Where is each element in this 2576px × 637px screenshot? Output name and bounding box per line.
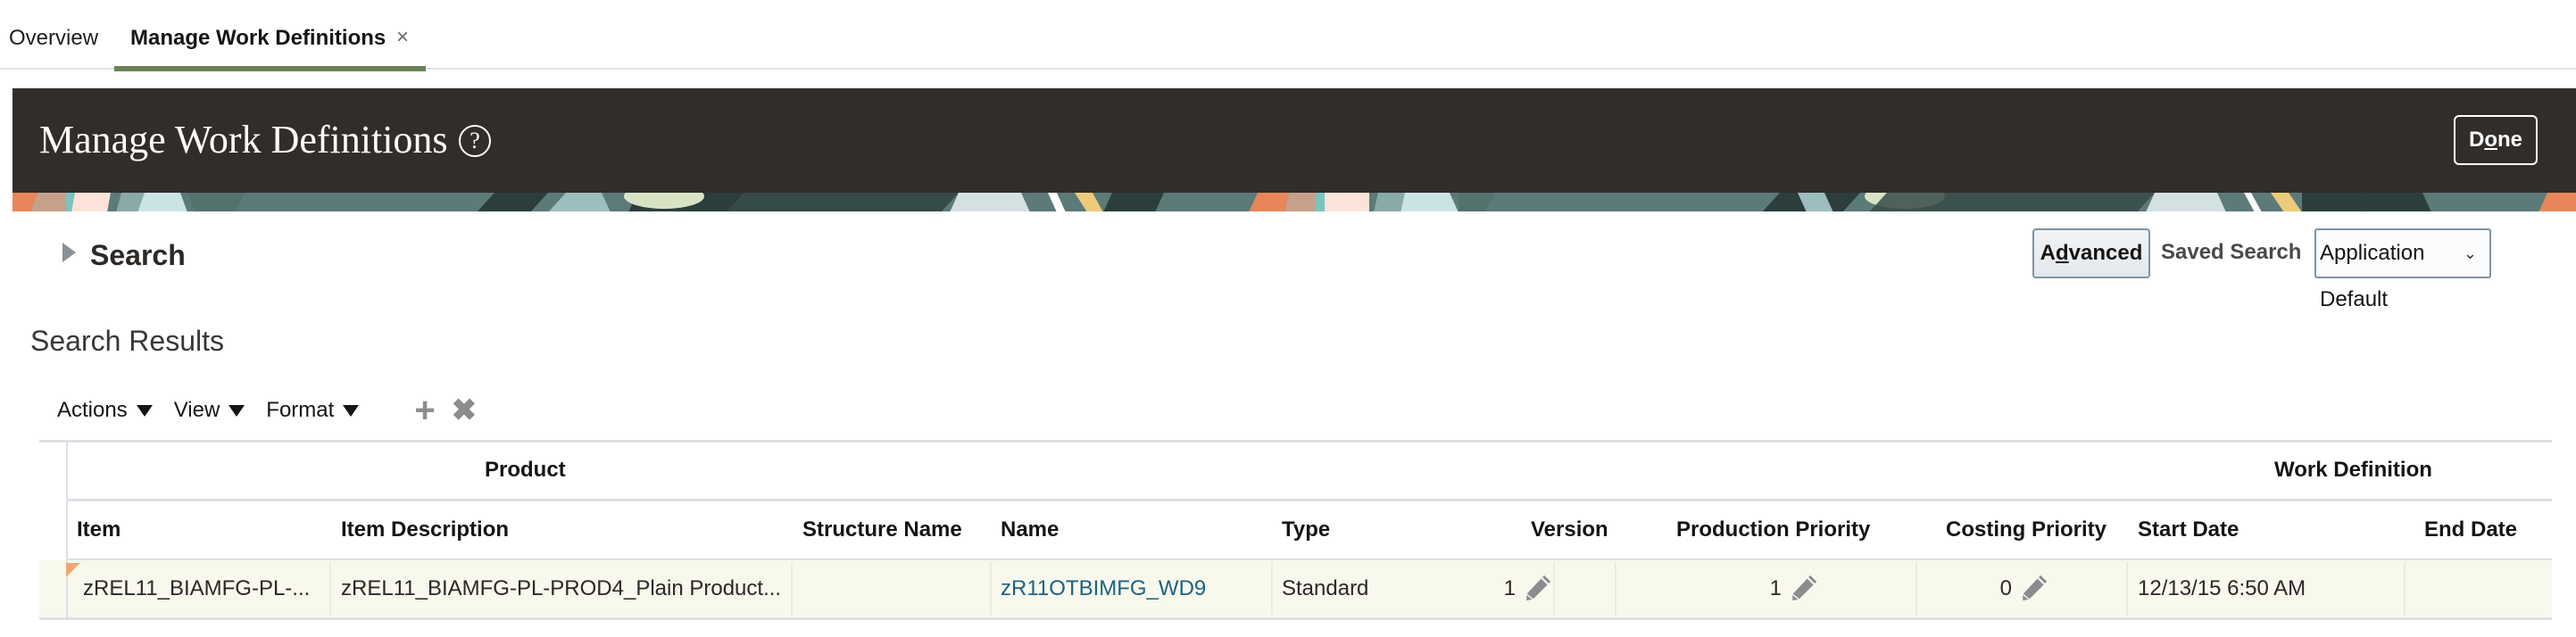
column-header-production-priority[interactable]: Production Priority — [1676, 515, 1870, 545]
page-title: Manage Work Definitions — [39, 118, 448, 161]
advanced-button[interactable]: Advanced — [2032, 228, 2150, 278]
column-header-type[interactable]: Type — [1282, 515, 1330, 545]
cell-divider — [1271, 562, 1273, 616]
tab-manage-work-definitions[interactable]: Manage Work Definitions × — [114, 22, 426, 71]
caret-down-icon — [343, 404, 360, 417]
menu-label: Format — [266, 398, 335, 422]
page-header: Manage Work Definitions ? Done — [12, 88, 2576, 211]
help-icon[interactable]: ? — [459, 125, 491, 157]
column-header-end-date[interactable]: End Date — [2424, 515, 2517, 545]
column-group-product: Product — [485, 458, 566, 482]
done-label-part: D — [2468, 128, 2485, 152]
search-disclosure[interactable]: Search — [62, 234, 186, 277]
table-border — [66, 499, 2552, 501]
cell-divider — [990, 562, 992, 616]
cell-divider — [1553, 562, 1555, 616]
tab-bar: Overview Manage Work Definitions × — [0, 0, 2576, 71]
column-group-work-definition: Work Definition — [2274, 458, 2432, 482]
caret-down-icon — [229, 404, 245, 417]
active-tab-indicator — [114, 66, 426, 71]
column-header-version[interactable]: Version — [1531, 515, 1608, 545]
saved-search-label: Saved Search — [2161, 240, 2302, 264]
close-icon[interactable]: × — [396, 22, 409, 53]
cell-item-description: zREL11_BIAMFG-PL-PROD4_Plain Product... — [341, 576, 782, 600]
cell-divider — [2126, 562, 2128, 616]
cell-divider — [329, 562, 331, 616]
cell-start-date: 12/13/15 6:50 AM — [2138, 576, 2306, 600]
done-label-part: ne — [2497, 128, 2523, 152]
cell-divider — [2404, 562, 2406, 616]
edit-pencil-icon[interactable] — [1789, 573, 1819, 603]
cell-divider — [791, 562, 793, 616]
cell-name-link[interactable]: zR11OTBIMFG_WD9 — [1001, 574, 1206, 604]
column-header-name[interactable]: Name — [1001, 515, 1059, 545]
table-border — [39, 440, 2552, 443]
chevron-down-icon: ⌄ — [2463, 244, 2477, 262]
format-menu[interactable]: Format — [266, 398, 360, 423]
menu-label: Actions — [57, 398, 128, 422]
done-mnemonic: o — [2484, 128, 2497, 152]
edit-pencil-icon[interactable] — [1523, 573, 1553, 603]
expand-triangle-icon — [62, 243, 76, 262]
actions-menu[interactable]: Actions — [57, 398, 153, 423]
cell-item: zREL11_BIAMFG-PL-... — [83, 576, 311, 600]
view-menu[interactable]: View — [174, 398, 245, 423]
cell-version: 1 — [1503, 576, 1516, 600]
column-header-start-date[interactable]: Start Date — [2138, 515, 2239, 545]
search-section-title: Search — [90, 238, 186, 271]
table-border — [39, 617, 2552, 620]
menu-label: View — [173, 398, 220, 422]
column-header-item[interactable]: Item — [77, 515, 120, 545]
done-button[interactable]: Done — [2454, 115, 2538, 165]
advanced-label-part: vanced — [2068, 241, 2143, 265]
tab-label: Manage Work Definitions — [130, 26, 386, 50]
search-results-title: Search Results — [30, 325, 224, 357]
saved-search-select[interactable]: Application Default ⌄ — [2314, 228, 2491, 311]
saved-search-value: Application Default — [2320, 241, 2425, 311]
add-icon[interactable]: + — [414, 393, 435, 428]
advanced-label-part: A — [2040, 241, 2056, 265]
cell-production-priority: 1 — [1769, 576, 1782, 600]
edit-pencil-icon[interactable] — [2019, 573, 2049, 603]
cell-divider — [1615, 562, 1616, 616]
column-header-costing-priority[interactable]: Costing Priority — [1946, 515, 2107, 545]
cell-costing-priority: 0 — [1999, 576, 2012, 600]
cell-divider — [1915, 562, 1917, 616]
advanced-mnemonic: d — [2055, 241, 2069, 265]
banner-decoration — [12, 193, 2576, 211]
delete-icon[interactable]: ✖ — [452, 393, 478, 428]
cell-type: Standard — [1282, 576, 1369, 600]
row-header-divider — [66, 443, 68, 619]
column-header-structure-name[interactable]: Structure Name — [802, 515, 962, 545]
row-status-flag — [66, 563, 80, 577]
column-header-item-description[interactable]: Item Description — [341, 515, 509, 545]
caret-down-icon — [136, 404, 153, 417]
tab-overview[interactable]: Overview — [9, 23, 98, 54]
results-toolbar: Actions View Format + ✖ — [57, 393, 477, 428]
